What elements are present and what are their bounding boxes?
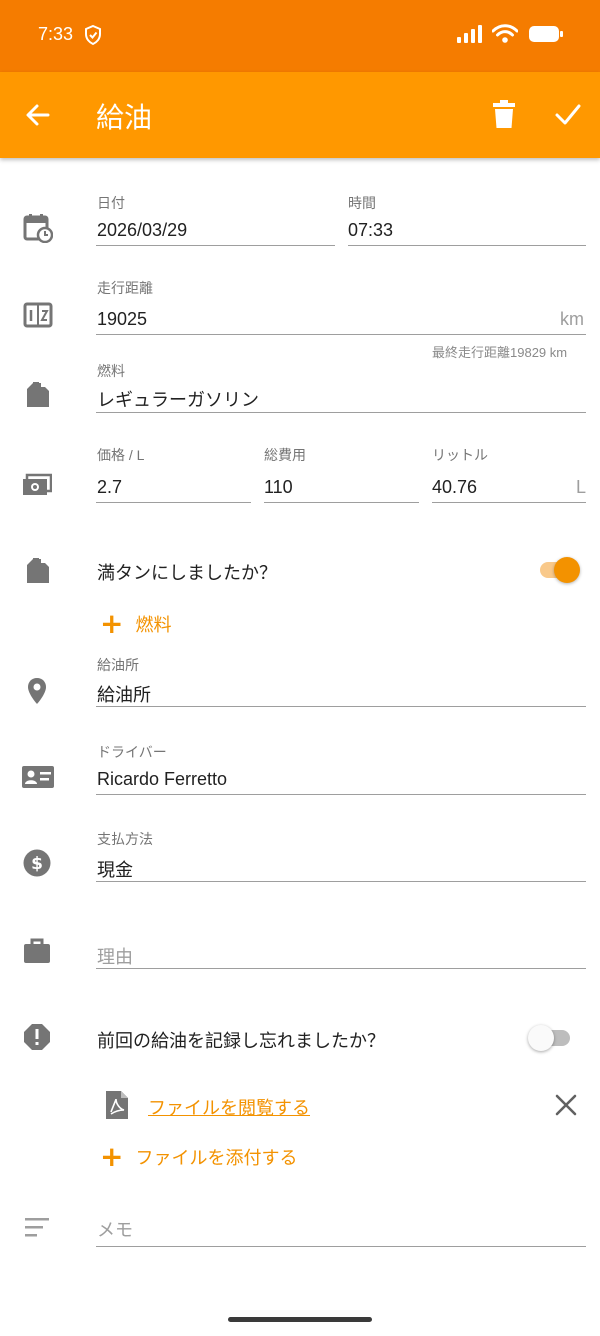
battery-icon [528,24,564,48]
odometer-icon [23,300,53,330]
driver-field[interactable]: Ricardo Ferretto [97,769,227,790]
full-tank-toggle[interactable] [538,557,584,583]
station-field[interactable]: 給油所 [97,681,151,707]
liters-underline [432,502,586,503]
driver-underline [96,794,586,795]
status-bar: 7:33 [0,0,600,72]
liters-field[interactable]: 40.76 [432,477,477,498]
trash-icon[interactable] [490,100,518,130]
svg-text:$: $ [31,854,43,874]
station-label: 給油所 [97,657,139,673]
back-arrow-icon[interactable] [24,101,52,129]
full-tank-toggle-thumb [554,557,580,583]
total-cost-field[interactable]: 110 [264,477,293,498]
payment-underline [96,881,586,882]
fuel-underline [96,412,586,413]
time-underline [348,245,586,246]
dollar-icon: $ [22,848,52,878]
missed-fillup-toggle[interactable] [528,1025,574,1051]
station-underline [96,706,586,707]
driver-label: ドライバー [97,744,167,760]
alert-octagon-icon [22,1022,52,1052]
price-field[interactable]: 2.7 [97,477,122,498]
time-field[interactable]: 07:33 [348,220,393,241]
close-icon[interactable] [554,1093,578,1117]
memo-field[interactable]: メモ [97,1216,133,1242]
total-cost-underline [264,502,419,503]
attach-file-label: ファイルを添付する [135,1148,298,1169]
reason-field[interactable]: 理由 [97,943,133,969]
briefcase-icon [22,936,52,966]
fuel-can-icon [23,556,53,586]
attach-file-button[interactable]: + ファイルを添付する [100,1140,298,1173]
price-label: 価格 / L [97,447,145,463]
signal-icon [456,24,482,48]
home-indicator[interactable] [228,1317,372,1322]
liters-unit: L [576,477,587,497]
fuel-label: 燃料 [97,363,125,379]
odometer-label: 走行距離 [97,280,153,296]
plus-icon: + [100,607,124,640]
id-card-icon [21,762,55,792]
missed-fillup-label: 前回の給油を記録し忘れましたか？ [97,1031,385,1052]
payment-field[interactable]: 現金 [97,856,133,882]
memo-underline [96,1246,586,1247]
last-odometer-hint: 最終走行距離19829 km [432,345,568,360]
notes-icon [24,1214,50,1244]
fuel-can-icon [23,380,53,410]
total-cost-label: 総費用 [264,447,306,463]
cash-icon [22,470,53,500]
location-pin-icon [22,676,52,706]
time-label: 時間 [348,195,376,211]
page-title: 給油 [96,101,153,134]
date-underline [96,245,335,246]
wifi-icon [491,24,519,48]
add-fuel-button[interactable]: + 燃料 [100,607,172,640]
fuel-field[interactable]: レギュラーガソリン [97,386,259,412]
date-label: 日付 [97,195,125,211]
payment-label: 支払方法 [97,831,153,847]
odometer-field[interactable]: 19025 [97,309,147,330]
add-fuel-label: 燃料 [135,615,172,636]
shield-icon [84,24,102,49]
odometer-unit: km [560,309,584,329]
check-icon[interactable] [554,102,582,128]
status-icons [456,24,564,48]
full-tank-label: 満タンにしましたか？ [97,563,277,584]
status-time: 7:33 [38,24,74,44]
liters-label: リットル [432,447,488,463]
price-underline [96,502,251,503]
reason-underline [96,968,586,969]
missed-fillup-toggle-thumb [528,1025,554,1051]
date-field[interactable]: 2026/03/29 [97,220,187,241]
odometer-underline [96,334,586,335]
view-file-link[interactable]: ファイルを閲覧する [148,1094,310,1120]
calendar-clock-icon [23,213,54,244]
plus-icon: + [100,1140,124,1173]
pdf-file-icon [104,1090,130,1120]
app-bar: 給油 [0,72,600,158]
